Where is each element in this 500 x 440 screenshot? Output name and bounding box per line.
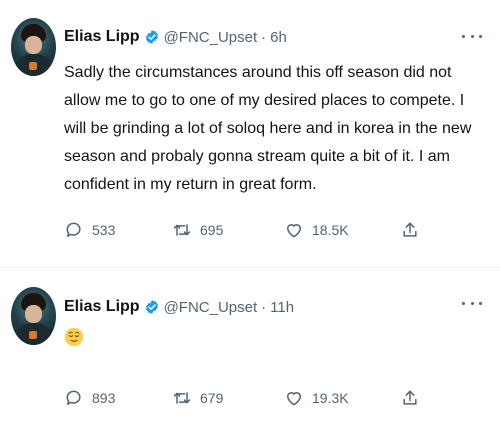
share-icon	[403, 390, 417, 405]
author-name[interactable]: Elias Lipp	[64, 298, 140, 316]
avatar-team-logo	[29, 331, 37, 339]
avatar[interactable]	[11, 287, 56, 345]
verified-badge-icon	[145, 30, 158, 44]
author-handle[interactable]: @FNC_Upset	[164, 299, 258, 316]
heart-icon	[287, 392, 301, 406]
tweet-text: Sadly the circumstances around this off …	[64, 64, 472, 193]
retweet-button[interactable]: 695	[172, 219, 223, 241]
retweet-button[interactable]: 679	[172, 387, 223, 409]
more-options-icon[interactable]	[462, 296, 482, 310]
share-icon	[403, 222, 417, 237]
avatar-face	[25, 36, 42, 54]
like-button[interactable]: 19.3K	[284, 387, 349, 409]
author-handle[interactable]: @FNC_Upset	[164, 29, 258, 46]
like-count: 19.3K	[312, 390, 349, 406]
more-options-icon[interactable]	[462, 29, 482, 43]
tweet-timestamp[interactable]: 11h	[270, 299, 294, 316]
more-dot	[462, 301, 465, 305]
tweet[interactable]: Elias Lipp @FNC_Upset · 6h Sadly the cir…	[0, 0, 500, 268]
more-dot	[470, 34, 474, 38]
retweet-count: 679	[200, 390, 224, 406]
reply-count: 533	[92, 222, 116, 238]
reply-icon	[66, 390, 81, 405]
avatar-face	[25, 305, 42, 323]
tweet-actions: 893 679 19.3K	[64, 387, 424, 409]
avatar[interactable]	[11, 18, 56, 76]
reply-button[interactable]: 893	[64, 387, 115, 409]
reply-count: 893	[92, 390, 116, 406]
reply-icon	[66, 222, 81, 237]
retweet-icon	[173, 392, 191, 404]
author-name[interactable]: Elias Lipp	[64, 28, 140, 46]
tweet-header: Elias Lipp @FNC_Upset · 6h	[64, 26, 287, 48]
retweet-count: 695	[200, 222, 224, 238]
relieved-face-emoji	[64, 327, 84, 347]
more-dot	[479, 301, 482, 305]
tweet-timestamp[interactable]: 6h	[270, 29, 287, 46]
share-button[interactable]	[400, 219, 428, 241]
reply-button[interactable]: 533	[64, 219, 115, 241]
like-button[interactable]: 18.5K	[284, 219, 349, 241]
share-button[interactable]	[400, 387, 428, 409]
separator-dot: ·	[261, 28, 267, 46]
more-dot	[462, 34, 465, 38]
heart-icon	[287, 224, 301, 238]
verified-badge-icon	[145, 300, 158, 314]
more-dot	[479, 34, 482, 38]
separator-dot: ·	[261, 298, 267, 316]
more-dot	[470, 301, 474, 305]
like-count: 18.5K	[312, 222, 349, 238]
tweet[interactable]: Elias Lipp @FNC_Upset · 11h 893 679 19.3…	[0, 275, 500, 440]
tweet-header: Elias Lipp @FNC_Upset · 11h	[64, 296, 294, 318]
avatar-team-logo	[29, 62, 37, 70]
tweet-actions: 533 695 18.5K	[64, 219, 424, 241]
retweet-icon	[173, 224, 191, 236]
